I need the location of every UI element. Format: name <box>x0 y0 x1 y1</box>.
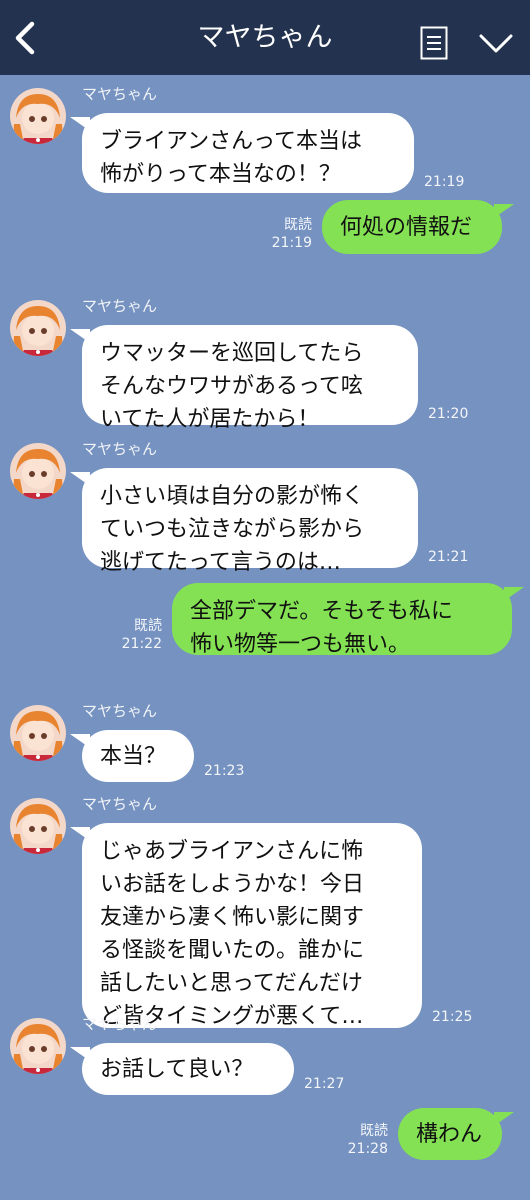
outgoing-message-bubble[interactable]: 全部デマだ。そもそも私に 怖い物等一つも無い。 <box>172 583 512 657</box>
bubble-tail <box>504 587 524 601</box>
avatar[interactable] <box>10 300 66 356</box>
message-timestamp: 21:19 <box>424 174 465 190</box>
message-text-line: 友達から凄く怖い影に関す <box>100 905 365 930</box>
message-text-line: 構わん <box>416 1122 483 1147</box>
bubble-tail <box>70 734 90 748</box>
sender-name: マヤちゃん <box>82 702 158 720</box>
bubble-tail <box>70 472 90 486</box>
message-text-line: 怖い物等一つも無い。 <box>190 632 411 657</box>
message-text-line: る怪談を聞いたの。誰かに <box>100 938 365 963</box>
notes-button[interactable] <box>420 26 448 60</box>
read-receipt: 既読 <box>284 217 312 233</box>
message-text-line: 何処の情報だ <box>340 215 473 240</box>
avatar-image <box>10 798 66 854</box>
read-receipt: 既読 <box>134 618 162 634</box>
message-text-line: 話したいと思ってだんだけ <box>100 971 363 996</box>
message-text-line: 全部デマだ。そもそも私に <box>190 599 453 624</box>
sender-name: マヤちゃん <box>82 1015 158 1033</box>
message-text-line: いお話をしようかな！今日 <box>100 872 365 897</box>
avatar[interactable] <box>10 798 66 854</box>
message-text-line: 本当？ <box>100 744 167 769</box>
message-timestamp: 21:25 <box>432 1009 473 1025</box>
message-text-line: ウマッターを巡回してたら <box>100 341 364 366</box>
message-timestamp: 21:20 <box>428 406 469 422</box>
sender-name: マヤちゃん <box>82 85 158 103</box>
bubble-tail <box>70 329 90 343</box>
message-timestamp: 21:21 <box>428 549 469 565</box>
bubble-tail <box>494 1112 514 1126</box>
bubble-tail <box>70 1047 90 1061</box>
avatar-image <box>10 1018 66 1074</box>
message-text-line: 小さい頃は自分の影が怖く <box>100 484 365 509</box>
chat-header: マヤちゃん <box>0 0 530 75</box>
outgoing-message-bubble[interactable]: 構わん <box>398 1108 502 1160</box>
message-timestamp: 21:28 <box>347 1141 388 1157</box>
avatar-image <box>10 443 66 499</box>
read-receipt: 既読 <box>360 1123 388 1139</box>
incoming-message-bubble[interactable]: 本当？ <box>82 730 194 782</box>
avatar[interactable] <box>10 1018 66 1074</box>
menu-button[interactable] <box>478 32 514 56</box>
bubble-tail <box>70 827 90 841</box>
incoming-message-bubble[interactable]: 小さい頃は自分の影が怖く ていつも泣きながら影から 逃げてたって言うのは… <box>82 468 418 575</box>
message-text-line: ブライアンさんって本当は <box>100 129 363 154</box>
avatar[interactable] <box>10 443 66 499</box>
message-timestamp: 21:27 <box>304 1076 345 1092</box>
sender-name: マヤちゃん <box>82 297 158 315</box>
incoming-message-bubble[interactable]: じゃあブライアンさんに怖 いお話をしようかな！今日 友達から凄く怖い影に関す る怪談を… <box>82 823 422 1029</box>
message-timestamp: 21:19 <box>271 235 312 251</box>
bubble-tail <box>70 117 90 131</box>
message-text-line: ていつも泣きながら影から <box>100 517 365 542</box>
incoming-message-bubble[interactable]: ブライアンさんって本当は 怖がりって本当なの！？ <box>82 113 414 193</box>
bubble-tail <box>494 204 514 218</box>
message-text-line: 逃げてたって言うのは… <box>100 550 341 575</box>
message-text-line: 怖がりって本当なの！？ <box>100 162 341 187</box>
outgoing-message-bubble[interactable]: 何処の情報だ <box>322 200 502 254</box>
chevron-down-icon <box>479 34 513 53</box>
avatar[interactable] <box>10 705 66 761</box>
message-text-line: お話して良い？ <box>100 1057 254 1082</box>
avatar-image <box>10 88 66 144</box>
avatar-image <box>10 705 66 761</box>
sender-name: マヤちゃん <box>82 440 158 458</box>
message-timestamp: 21:22 <box>121 636 162 652</box>
notes-icon <box>420 26 448 60</box>
chat-title: マヤちゃん <box>197 22 333 53</box>
incoming-message-bubble[interactable]: ウマッターを巡回してたら そんなウワサがあるって呟 いてた人が居たから！ <box>82 325 418 432</box>
avatar-image <box>10 300 66 356</box>
avatar[interactable] <box>10 88 66 144</box>
message-timestamp: 21:23 <box>204 763 245 779</box>
message-text-line: そんなウワサがあるって呟 <box>100 374 363 399</box>
message-list[interactable]: マヤちゃん ブライアンさんって本当は 怖がりって本当なの！？ 21:19 何処の情報だ既… <box>0 75 530 1200</box>
sender-name: マヤちゃん <box>82 795 158 813</box>
message-text-line: いてた人が居たから！ <box>100 407 320 432</box>
message-text-line: じゃあブライアンさんに怖 <box>100 839 364 864</box>
incoming-message-bubble[interactable]: お話して良い？ <box>82 1043 294 1095</box>
